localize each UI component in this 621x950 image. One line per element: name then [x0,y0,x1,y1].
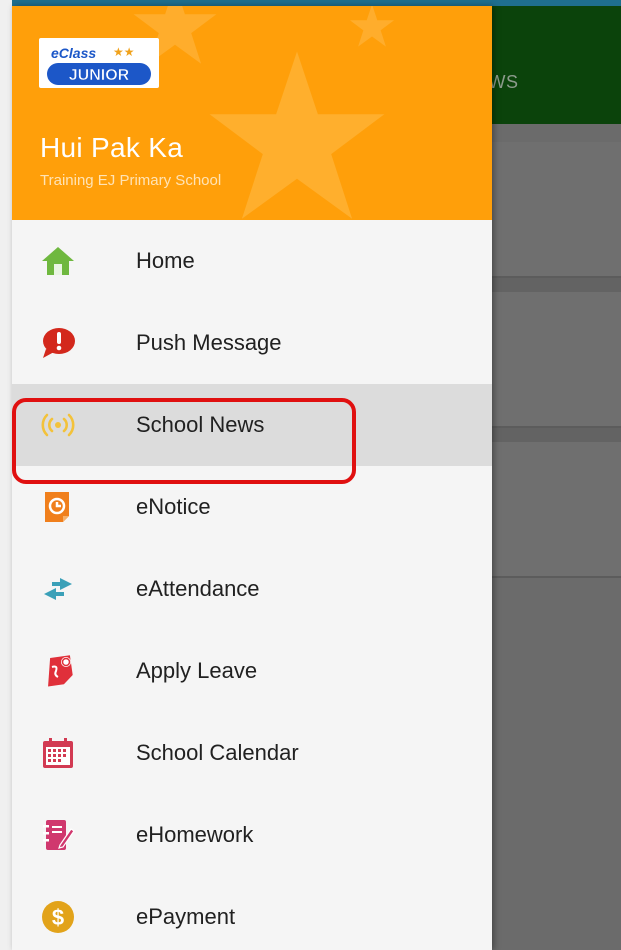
highlight-box [12,398,356,484]
menu-label: Home [136,248,195,273]
calendar-icon [40,735,76,771]
leave-icon [40,653,76,689]
menu-item-ehomework[interactable]: eHomework [12,794,492,876]
svg-text:JUNIOR: JUNIOR [69,67,130,84]
dollar-icon: $ [40,899,76,935]
drawer-header: eClass ★★ JUNIOR Hui Pak Ka Training EJ … [12,6,492,220]
menu-item-apply-leave[interactable]: Apply Leave [12,630,492,712]
svg-text:★★: ★★ [113,45,135,59]
home-icon [40,243,76,279]
menu-label: School Calendar [136,740,299,765]
svg-text:eClass: eClass [51,45,96,61]
drawer-menu: Home Push Message School News eNotice eA… [12,220,492,950]
star-decoration-icon [209,51,385,219]
menu-label: eAttendance [136,576,260,601]
school-name: Training EJ Primary School [40,172,222,189]
alert-bubble-icon [40,325,76,361]
menu-label: Push Message [136,330,282,355]
menu-item-epayment[interactable]: $ ePayment [12,876,492,950]
menu-item-eattendance[interactable]: eAttendance [12,548,492,630]
svg-text:$: $ [52,905,64,930]
notice-icon [40,489,76,525]
user-name: Hui Pak Ka [40,132,184,163]
menu-item-school-calendar[interactable]: School Calendar [12,712,492,794]
menu-item-home[interactable]: Home [12,220,492,302]
drawer-edge [0,0,12,950]
menu-label: eHomework [136,822,254,847]
menu-item-push-message[interactable]: Push Message [12,302,492,384]
menu-label: ePayment [136,904,236,929]
homework-icon [40,817,76,853]
swap-arrows-icon [40,571,76,607]
eclass-junior-logo: eClass ★★ JUNIOR [39,38,159,88]
menu-label: eNotice [136,494,211,519]
menu-label: Apply Leave [136,658,258,683]
